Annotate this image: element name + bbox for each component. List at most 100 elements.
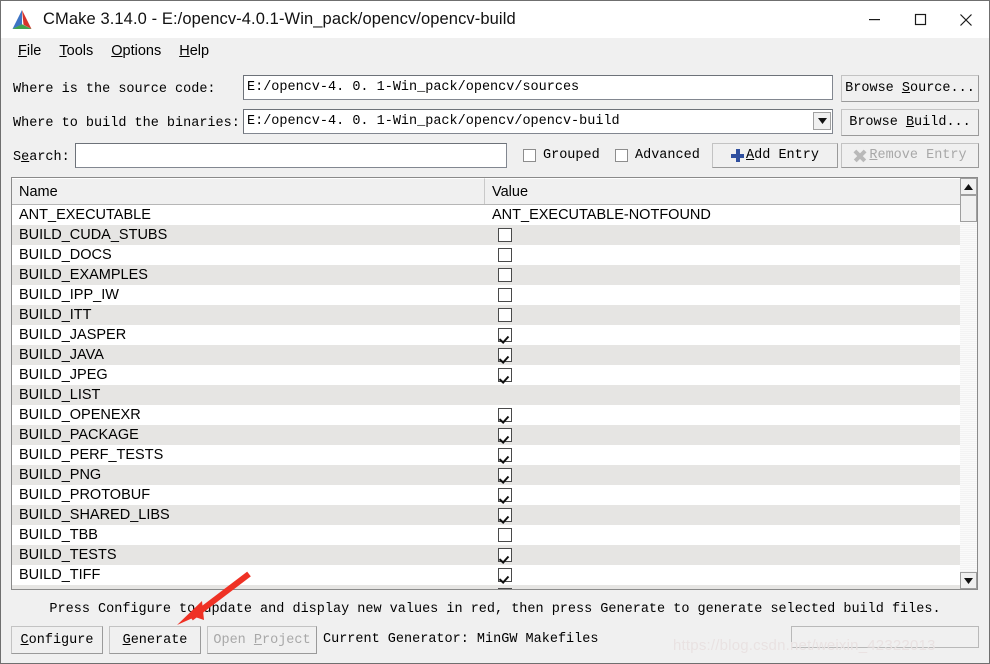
table-cell-name: BUILD_TIFF (19, 567, 101, 583)
browse-build-label: Browse Build... (849, 115, 971, 130)
open-project-button: Open Project (207, 626, 317, 654)
plus-icon (731, 149, 745, 162)
menu-item-help[interactable]: Help (170, 41, 218, 61)
scroll-down-icon[interactable] (960, 572, 977, 589)
table-cell-name: BUILD_PROTOBUF (19, 487, 151, 503)
close-icon[interactable] (943, 1, 989, 38)
table-cell-checkbox[interactable] (498, 568, 512, 582)
add-entry-button[interactable]: Add Entry (712, 143, 838, 168)
table-row[interactable]: BUILD_CUDA_STUBS (12, 225, 962, 245)
table-row[interactable]: BUILD_SHARED_LIBS (12, 505, 962, 525)
table-row[interactable]: BUILD_TESTS (12, 545, 962, 565)
cmake-logo-icon (10, 9, 34, 31)
table-cell-checkbox[interactable] (498, 448, 512, 462)
table-cell-value[interactable]: ANT_EXECUTABLE-NOTFOUND (492, 205, 711, 225)
table-cell-checkbox[interactable] (498, 488, 512, 502)
status-message: Press Configure to update and display ne… (49, 601, 941, 617)
table-cell-name: BUILD_CUDA_STUBS (19, 227, 168, 243)
table-cell-checkbox[interactable] (498, 528, 512, 542)
table-row[interactable]: BUILD_DOCS (12, 245, 962, 265)
scrollbar-track[interactable] (960, 195, 977, 572)
current-generator-text: Current Generator: MinGW Makefiles (323, 632, 599, 647)
table-cell-name: BUILD_IPP_IW (19, 287, 119, 303)
table-cell-checkbox[interactable] (498, 268, 512, 282)
maximize-icon[interactable] (897, 1, 943, 38)
table-cell-name: BUILD_TBB (19, 527, 98, 543)
table-cell-checkbox[interactable] (498, 508, 512, 522)
table-row[interactable]: BUILD_TBB (12, 525, 962, 545)
table-body: ANT_EXECUTABLE ANT_EXECUTABLE-NOTFOUND BUI… (12, 205, 962, 589)
table-cell-name: BUILD_JPEG (19, 367, 108, 383)
table-cell-checkbox[interactable] (498, 368, 512, 382)
menu-item-file[interactable]: File (9, 41, 50, 61)
table-row[interactable]: BUILD_JAVA (12, 345, 962, 365)
table-cell-checkbox[interactable] (498, 588, 512, 589)
table-cell-name: BUILD_DOCS (19, 247, 112, 263)
scroll-up-icon[interactable] (960, 178, 977, 195)
add-entry-label: Add Entry (746, 148, 819, 163)
browse-source-button[interactable]: Browse Source... (841, 75, 979, 102)
menu-label-file: ile (26, 43, 42, 59)
menu-bar: File Tools Options Help (1, 38, 989, 64)
source-code-label: Where is the source code: (13, 82, 216, 97)
build-path-input[interactable]: E:/opencv-4. 0. 1-Win_pack/opencv/opencv… (243, 109, 833, 134)
menu-item-options[interactable]: Options (102, 41, 170, 61)
table-row[interactable]: BUILD_JPEG (12, 365, 962, 385)
vertical-scrollbar[interactable] (960, 178, 977, 589)
table-cell-name: BUILD_PNG (19, 467, 102, 483)
column-header-value[interactable]: Value (485, 178, 962, 204)
column-header-name[interactable]: Name (12, 178, 485, 204)
table-row[interactable]: BUILD_TIFF (12, 565, 962, 585)
table-cell-checkbox[interactable] (498, 328, 512, 342)
table-cell-checkbox[interactable] (498, 408, 512, 422)
table-cell-checkbox[interactable] (498, 248, 512, 262)
table-cell-checkbox[interactable] (498, 468, 512, 482)
remove-entry-label: Remove Entry (869, 148, 967, 163)
configure-button[interactable]: Configure (11, 626, 103, 654)
scrollbar-thumb[interactable] (960, 195, 977, 222)
table-cell-name: BUILD_TESTS (19, 547, 117, 563)
table-row[interactable]: BUILD_EXAMPLES (12, 265, 962, 285)
table-cell-checkbox[interactable] (498, 308, 512, 322)
table-row[interactable]: BUILD_LIST (12, 385, 962, 405)
table-row[interactable]: ANT_EXECUTABLE ANT_EXECUTABLE-NOTFOUND (12, 205, 962, 225)
table-cell-checkbox[interactable] (498, 288, 512, 302)
search-input[interactable] (75, 143, 507, 168)
table-cell-checkbox[interactable] (498, 428, 512, 442)
table-cell-name: BUILD_PERF_TESTS (19, 447, 164, 463)
table-row[interactable]: BUILD_PROTOBUF (12, 485, 962, 505)
window-title: CMake 3.14.0 - E:/opencv-4.0.1-Win_pack/… (43, 10, 516, 28)
table-cell-name: BUILD_OPENEXR (19, 407, 141, 423)
table-row[interactable]: BUILD_OPENEXR (12, 405, 962, 425)
table-cell-checkbox[interactable] (498, 548, 512, 562)
x-icon (853, 149, 867, 162)
table-row[interactable]: BUILD_PACKAGE (12, 425, 962, 445)
table-row[interactable]: BUILD_PNG (12, 465, 962, 485)
table-cell-name: BUILD_ITT (19, 307, 92, 323)
menu-item-tools[interactable]: Tools (50, 41, 102, 61)
title-bar: CMake 3.14.0 - E:/opencv-4.0.1-Win_pack/… (1, 1, 989, 38)
table-row[interactable]: BUILD_ITT (12, 305, 962, 325)
table-cell-checkbox[interactable] (498, 348, 512, 362)
source-path-input[interactable]: E:/opencv-4. 0. 1-Win_pack/opencv/source… (243, 75, 833, 100)
remove-entry-button: Remove Entry (841, 143, 979, 168)
minimize-icon[interactable] (851, 1, 897, 38)
advanced-checkbox[interactable]: Advanced (615, 145, 700, 165)
grouped-checkbox[interactable]: Grouped (523, 145, 600, 165)
table-row[interactable]: BUILD_IPP_IW (12, 285, 962, 305)
cache-variables-table: Name Value ANT_EXECUTABLE ANT_EXECUTABLE-… (11, 177, 978, 590)
table-row[interactable]: BUILD_PERF_TESTS (12, 445, 962, 465)
table-cell-checkbox[interactable] (498, 228, 512, 242)
table-cell-name: BUILD_EXAMPLES (19, 267, 148, 283)
browse-source-label: Browse Source... (845, 81, 975, 96)
table-cell-name: ANT_EXECUTABLE (19, 207, 151, 223)
table-cell-name: BUILD_PACKAGE (19, 427, 139, 443)
generate-button[interactable]: Generate (109, 626, 201, 654)
configure-label: Configure (20, 632, 94, 648)
menu-label-options: ptions (122, 43, 162, 59)
browse-build-button[interactable]: Browse Build... (841, 109, 979, 136)
advanced-checkbox-box (615, 148, 628, 162)
table-row[interactable]: BUILD_USE_SYMLINKS (12, 585, 962, 589)
chevron-down-icon[interactable] (813, 112, 831, 130)
table-row[interactable]: BUILD_JASPER (12, 325, 962, 345)
